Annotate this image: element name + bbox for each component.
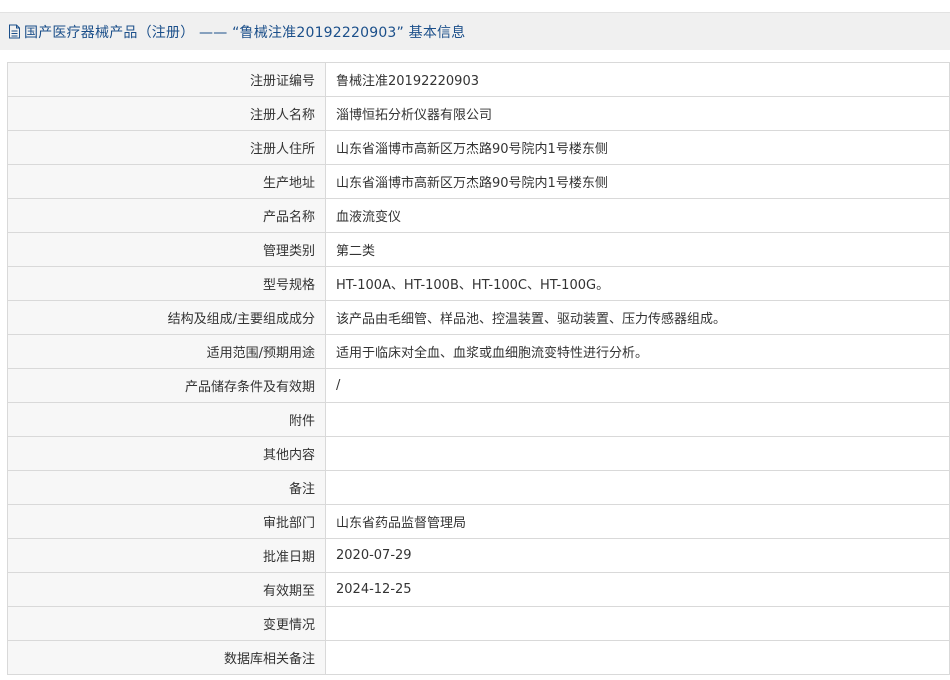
table-row: 注册证编号 鲁械注准20192220903 [7,62,950,97]
table-row: 附件 [7,402,950,437]
field-value [325,470,950,505]
field-label: 注册证编号 [7,62,326,97]
info-table-body: 注册证编号 鲁械注准20192220903 注册人名称 淄博恒拓分析仪器有限公司 注… [7,62,950,675]
table-row: 批准日期 2020-07-29 [7,538,950,573]
table-row: 型号规格 HT-100A、HT-100B、HT-100C、HT-100G。 [7,266,950,301]
field-label: 生产地址 [7,164,326,199]
field-value [325,436,950,471]
field-value [325,402,950,437]
info-table: 注册证编号 鲁械注准20192220903 注册人名称 淄博恒拓分析仪器有限公司 注… [7,62,950,675]
field-value: 淄博恒拓分析仪器有限公司 [325,96,950,131]
field-label: 附件 [7,402,326,437]
field-value: 山东省淄博市高新区万杰路90号院内1号楼东侧 [325,164,950,199]
field-label: 型号规格 [7,266,326,301]
table-row: 适用范围/预期用途 适用于临床对全血、血浆或血细胞流变特性进行分析。 [7,334,950,369]
table-row: 变更情况 [7,606,950,641]
field-label: 审批部门 [7,504,326,539]
field-value: 该产品由毛细管、样品池、控温装置、驱动装置、压力传感器组成。 [325,300,950,335]
field-label: 注册人住所 [7,130,326,165]
field-value: 山东省药品监督管理局 [325,504,950,539]
field-value: HT-100A、HT-100B、HT-100C、HT-100G。 [325,266,950,301]
page: 国产医疗器械产品（注册） —— “鲁械注准20192220903” 基本信息 注… [0,0,950,680]
field-label: 结构及组成/主要组成成分 [7,300,326,335]
field-value [325,606,950,641]
table-row: 生产地址 山东省淄博市高新区万杰路90号院内1号楼东侧 [7,164,950,199]
field-value: 血液流变仪 [325,198,950,233]
table-row: 其他内容 [7,436,950,471]
table-row: 产品储存条件及有效期 / [7,368,950,403]
field-value [325,640,950,675]
table-row: 结构及组成/主要组成成分 该产品由毛细管、样品池、控温装置、驱动装置、压力传感器组… [7,300,950,335]
table-row: 注册人名称 淄博恒拓分析仪器有限公司 [7,96,950,131]
field-value: 2020-07-29 [325,538,950,573]
field-label: 数据库相关备注 [7,640,326,675]
title-bar: 国产医疗器械产品（注册） —— “鲁械注准20192220903” 基本信息 [0,12,950,50]
field-label: 批准日期 [7,538,326,573]
table-row: 注册人住所 山东省淄博市高新区万杰路90号院内1号楼东侧 [7,130,950,165]
table-row: 备注 [7,470,950,505]
field-value: / [325,368,950,403]
table-row: 管理类别 第二类 [7,232,950,267]
field-value: 适用于临床对全血、血浆或血细胞流变特性进行分析。 [325,334,950,369]
field-value: 2024-12-25 [325,572,950,607]
field-label: 产品名称 [7,198,326,233]
table-row: 有效期至 2024-12-25 [7,572,950,607]
field-label: 其他内容 [7,436,326,471]
field-label: 产品储存条件及有效期 [7,368,326,403]
document-icon [9,24,20,39]
table-row: 产品名称 血液流变仪 [7,198,950,233]
page-title: 国产医疗器械产品（注册） —— “鲁械注准20192220903” 基本信息 [24,24,466,41]
field-value: 第二类 [325,232,950,267]
field-label: 有效期至 [7,572,326,607]
table-row: 审批部门 山东省药品监督管理局 [7,504,950,539]
field-label: 管理类别 [7,232,326,267]
field-label: 适用范围/预期用途 [7,334,326,369]
field-value: 山东省淄博市高新区万杰路90号院内1号楼东侧 [325,130,950,165]
field-label: 备注 [7,470,326,505]
field-label: 变更情况 [7,606,326,641]
table-row: 数据库相关备注 [7,640,950,675]
field-value: 鲁械注准20192220903 [325,62,950,97]
field-label: 注册人名称 [7,96,326,131]
